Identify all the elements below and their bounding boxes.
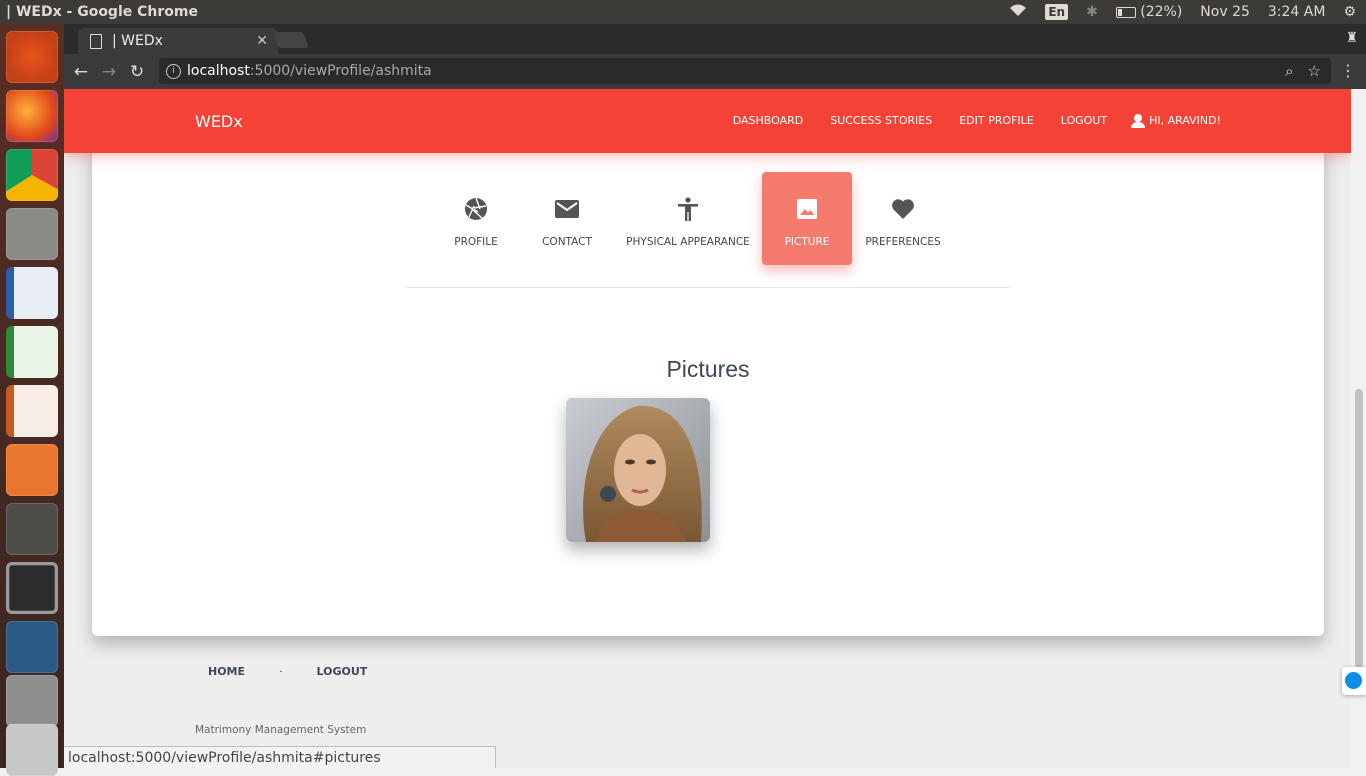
tab-profile[interactable]: PROFILE <box>432 172 520 265</box>
time[interactable]: 3:24 AM <box>1268 4 1326 20</box>
site-brand[interactable]: WEDx <box>195 112 243 131</box>
page-icon <box>90 33 102 49</box>
tab-contact[interactable]: CONTACT <box>520 172 614 265</box>
info-icon[interactable]: i <box>166 63 181 79</box>
footer-home-link[interactable]: HOME <box>208 665 245 678</box>
url-host: localhost <box>187 63 250 79</box>
tab-label: PREFERENCES <box>865 236 941 248</box>
tab-preferences[interactable]: PREFERENCES <box>852 172 954 265</box>
tab-label: PICTURE <box>784 236 830 248</box>
tab-label: CONTACT <box>542 236 592 248</box>
new-tab-button[interactable] <box>273 32 309 48</box>
tab-title: | WEDx <box>112 33 163 49</box>
camera-aperture-icon <box>464 194 488 224</box>
tabs-divider <box>406 287 1010 288</box>
user-icon <box>1131 113 1146 128</box>
user-greeting: HI, ARAVIND! <box>1149 114 1221 127</box>
incognito-icon: ♜ <box>1345 30 1358 46</box>
terminal-icon[interactable] <box>6 562 58 614</box>
nav-links: DASHBOARD SUCCESS STORIES EDIT PROFILE L… <box>733 113 1221 128</box>
battery-indicator[interactable]: (22%) <box>1115 4 1183 20</box>
profile-card: PROFILE CONTACT PHYSICAL APPEARANCE PICT… <box>92 129 1324 636</box>
footer-logout-link[interactable]: LOGOUT <box>317 665 368 678</box>
wifi-icon[interactable] <box>1009 4 1027 21</box>
files-icon[interactable] <box>6 208 58 260</box>
mail-icon <box>555 194 579 224</box>
writer-icon[interactable] <box>6 267 58 319</box>
footer-tagline: Matrimony Management System <box>195 724 367 736</box>
scrollbar-thumb[interactable] <box>1355 389 1363 669</box>
sublime-icon[interactable] <box>6 503 58 555</box>
chrome-icon[interactable] <box>6 149 58 201</box>
reload-icon[interactable]: ↻ <box>126 62 148 82</box>
firefox-icon[interactable] <box>6 90 58 142</box>
accessibility-icon <box>677 194 699 224</box>
date[interactable]: Nov 25 <box>1200 4 1250 20</box>
trash-icon[interactable] <box>6 724 58 776</box>
chrome-tab-strip: | WEDx ✕ ♜ <box>64 24 1366 54</box>
tab-label: PROFILE <box>454 236 498 248</box>
url-path: :5000/viewProfile/ashmita <box>249 63 432 79</box>
footer-separator: · <box>279 665 283 678</box>
image-icon <box>797 194 817 224</box>
ubuntu-launcher <box>0 24 64 776</box>
tab-picture[interactable]: PICTURE <box>762 172 852 265</box>
profile-photo[interactable] <box>566 398 710 542</box>
battery-percent: (22%) <box>1140 4 1183 20</box>
site-navbar: WEDx DASHBOARD SUCCESS STORIES EDIT PROF… <box>64 89 1351 153</box>
forward-arrow-icon[interactable]: → <box>98 62 120 82</box>
window-title: | WEDx - Google Chrome <box>6 4 198 20</box>
profile-tabs: PROFILE CONTACT PHYSICAL APPEARANCE PICT… <box>432 172 954 265</box>
page-viewport: WEDx DASHBOARD SUCCESS STORIES EDIT PROF… <box>64 89 1351 768</box>
nav-success-stories[interactable]: SUCCESS STORIES <box>830 114 932 127</box>
heart-icon <box>891 194 915 224</box>
nav-edit-profile[interactable]: EDIT PROFILE <box>959 114 1033 127</box>
nav-logout[interactable]: LOGOUT <box>1061 114 1107 127</box>
footer-nav: HOME · LOGOUT <box>208 665 367 678</box>
ubuntu-dash-icon[interactable] <box>6 31 58 83</box>
bluetooth-icon[interactable]: ✱ <box>1086 4 1098 20</box>
zoom-icon[interactable]: ⌕ <box>1285 62 1293 80</box>
chrome-toolbar: ← → ↻ i localhost:5000/viewProfile/ashmi… <box>64 54 1366 89</box>
settings-gear-icon[interactable]: ⚙ <box>1343 4 1356 20</box>
nav-user[interactable]: HI, ARAVIND! <box>1131 113 1221 128</box>
calc-icon[interactable] <box>6 326 58 378</box>
tab-physical-appearance[interactable]: PHYSICAL APPEARANCE <box>614 172 762 265</box>
back-arrow-icon[interactable]: ← <box>70 62 92 82</box>
teamviewer-widget-icon[interactable] <box>1342 667 1366 695</box>
os-indicators: En ✱ (22%) Nov 25 3:24 AM ⚙ <box>1009 4 1366 21</box>
chrome-menu-icon[interactable]: ⋮ <box>1340 61 1356 80</box>
impress-icon[interactable] <box>6 385 58 437</box>
link-status-bubble: localhost:5000/viewProfile/ashmita#pictu… <box>64 746 496 768</box>
battery-icon <box>1115 6 1136 18</box>
close-tab-icon[interactable]: ✕ <box>256 33 268 49</box>
tab-label: PHYSICAL APPEARANCE <box>626 236 750 248</box>
os-top-panel: | WEDx - Google Chrome En ✱ (22%) Nov 25… <box>0 0 1366 24</box>
address-bar[interactable]: i localhost:5000/viewProfile/ashmita ⌕ ☆ <box>159 58 1331 84</box>
texmaker-icon[interactable] <box>6 675 58 727</box>
bookmark-star-icon[interactable]: ☆ <box>1308 62 1321 80</box>
software-center-icon[interactable] <box>6 444 58 496</box>
mysql-workbench-icon[interactable] <box>6 621 58 673</box>
nav-dashboard[interactable]: DASHBOARD <box>733 114 804 127</box>
keyboard-language[interactable]: En <box>1045 4 1069 20</box>
browser-tab[interactable]: | WEDx ✕ <box>78 28 278 54</box>
pictures-title: Pictures <box>666 356 750 382</box>
